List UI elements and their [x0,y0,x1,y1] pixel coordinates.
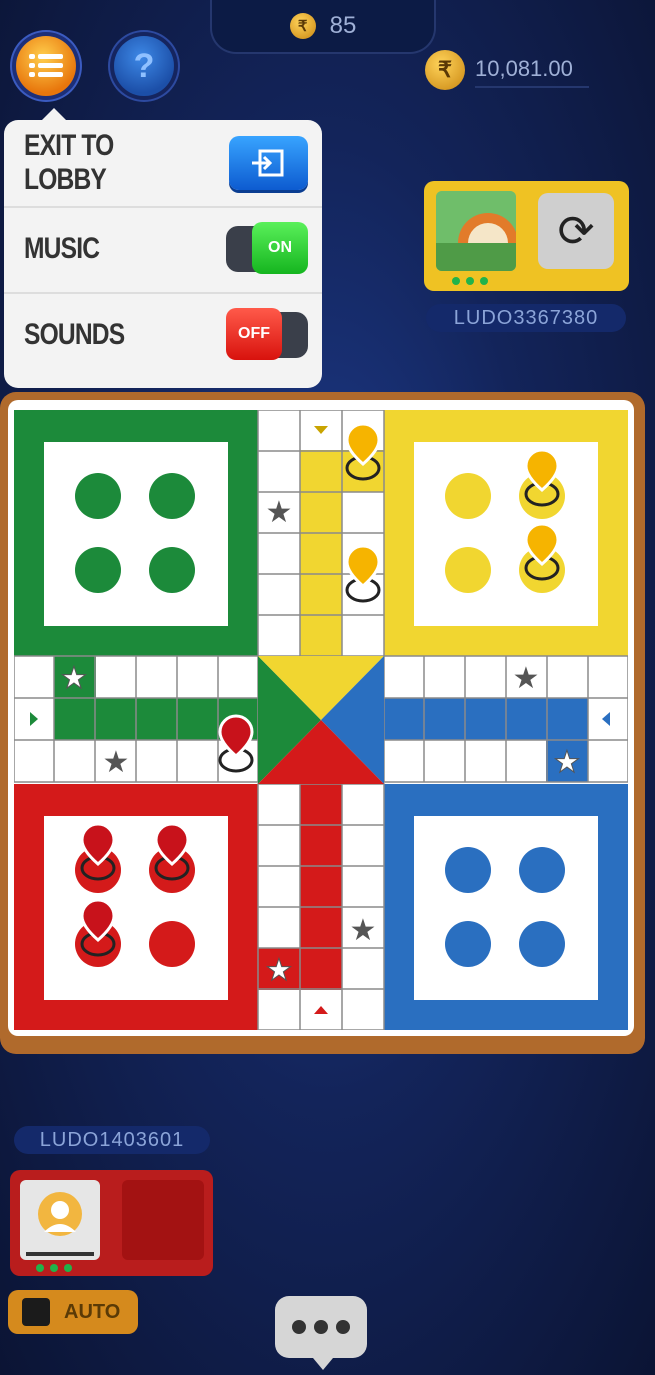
sounds-row: SOUNDS OFF [4,292,322,378]
dice-slot[interactable] [122,1180,204,1260]
opponent-name: LUDO3367380 [426,304,626,332]
player-name: LUDO1403601 [14,1126,210,1154]
sounds-label: SOUNDS [24,318,125,351]
safe-star-icon: ★ [61,661,88,696]
safe-star-icon: ★ [554,745,581,780]
balance-value: 10,081.00 [475,52,589,88]
wallet-balance: ₹ 10,081.00 [425,48,613,92]
music-toggle-state: ON [252,222,308,274]
exit-to-lobby-button[interactable] [228,136,308,190]
settings-popup: EXIT TO LOBBY MUSIC ON SOUNDS OFF [4,108,322,388]
avatar-image-icon [436,191,516,271]
question-mark-icon: ? [133,46,155,85]
ludo-board: ★ ★ ★ ★ ★ ★ ★ [14,410,628,1030]
refresh-button[interactable]: ⟳ [538,193,614,269]
menu-button[interactable] [16,36,76,96]
safe-star-icon: ★ [266,495,293,530]
user-silhouette-icon [26,1192,94,1256]
exit-door-icon [252,149,284,177]
player-card [10,1170,213,1276]
entry-fee-display: ₹ 85 [210,0,436,54]
exit-label: EXIT TO LOBBY [24,129,114,196]
safe-star-icon: ★ [350,913,377,948]
auto-checkbox-icon [22,1298,50,1326]
help-button[interactable]: ? [114,36,174,96]
refresh-icon: ⟳ [557,206,595,256]
auto-label: AUTO [64,1300,121,1323]
music-row: MUSIC ON [4,206,322,294]
sounds-toggle[interactable]: OFF [226,308,308,360]
safe-star-icon: ★ [103,745,130,780]
safe-star-icon: ★ [266,953,293,988]
chat-dot [336,1320,350,1334]
rupee-coin-icon: ₹ [289,13,316,39]
music-toggle[interactable]: ON [226,222,308,274]
entry-fee-value: 85 [329,12,357,39]
music-label: MUSIC [24,232,100,265]
chat-dots-icon [292,1320,306,1334]
opponent-status-dots [452,277,488,285]
player-status-dots [36,1264,72,1272]
safe-star-icon: ★ [513,661,540,696]
menu-list-icon [29,54,63,77]
auto-play-button[interactable]: AUTO [8,1290,138,1334]
exit-row: EXIT TO LOBBY [4,120,322,208]
chat-dot [314,1320,328,1334]
opponent-avatar [436,191,516,271]
opponent-card: ⟳ [424,181,629,291]
sounds-toggle-state: OFF [226,308,282,360]
chat-button[interactable] [275,1296,367,1370]
rupee-coin-icon: ₹ [425,50,465,90]
player-avatar [20,1180,100,1260]
